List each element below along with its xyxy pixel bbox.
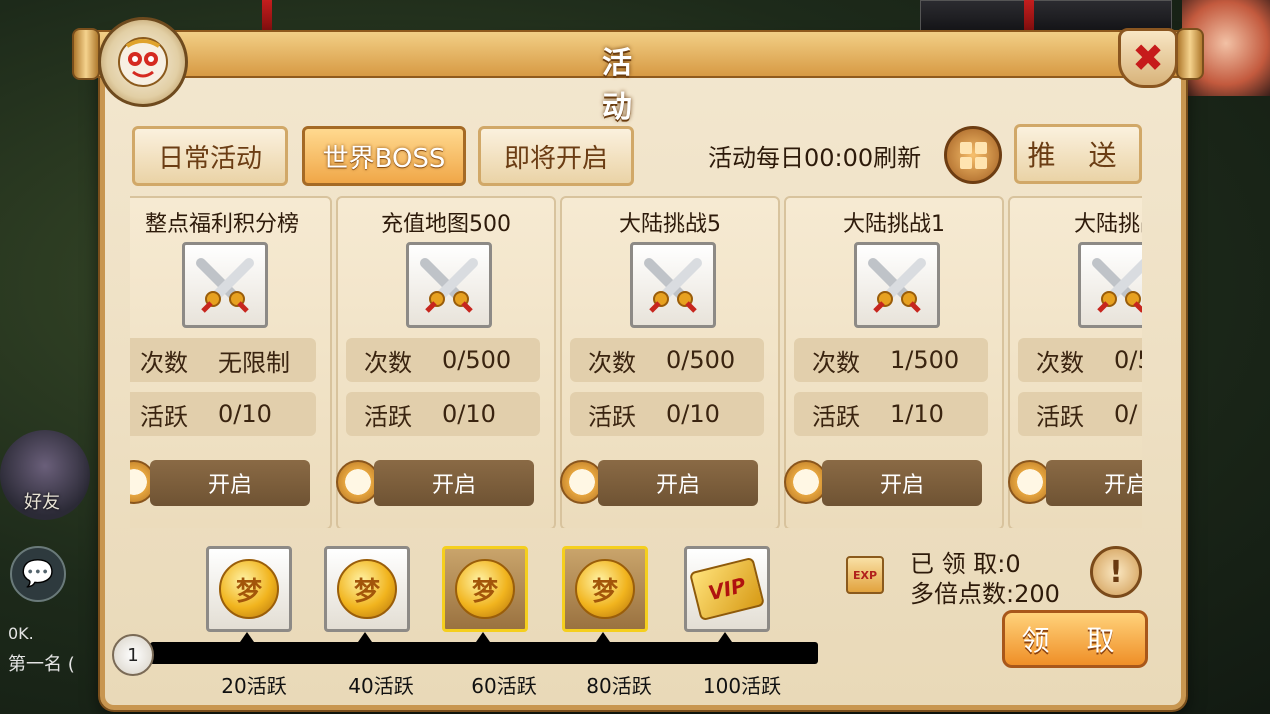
count-value: 0/500 [442,346,512,374]
activity-card[interactable]: 充值地图500 次数 0/500 活跃 0/10 开启 [336,196,556,528]
active-label: 活跃 [364,402,412,431]
activity-title: 大陆挑战1 [843,212,945,237]
count-row: 次数 无限制 [130,338,316,382]
active-value: 0/10 [218,400,272,428]
active-value: 0/10 [666,400,720,428]
activity-list[interactable]: 整点福利积分榜次数 无限制活跃 0/10 开启 充值地图500 次数 0/500 活跃 0/10… [130,196,1142,528]
progress-tick [596,632,610,642]
count-label: 次数 [1036,348,1084,377]
chat-icon[interactable]: 💬 [10,546,66,602]
activity-title: 大陆挑战 [1073,212,1142,237]
progress-tick [358,632,372,642]
active-label: 活跃 [140,402,188,431]
rank-label: 第一名 ( [8,654,75,675]
dream-coin-icon: 梦 [455,559,515,619]
crossed-swords-icon [854,242,940,328]
active-row: 活跃 0/ [1018,392,1142,436]
open-button[interactable]: 开启 [598,460,758,506]
count-label: 次数 [588,348,636,377]
progress-tick [476,632,490,642]
activity-card[interactable]: 整点福利积分榜次数 无限制活跃 0/10 开启 [130,196,332,528]
reward-chest-4[interactable]: 梦 [562,546,648,632]
active-label: 活跃 [588,402,636,431]
count-label: 次数 [812,348,860,377]
count-row: 次数 0/500 [346,338,540,382]
open-button[interactable]: 开启 [374,460,534,506]
dream-coin-icon: 梦 [575,559,635,619]
red-rope-decoration [1024,0,1034,34]
activity-progress-track [150,642,818,664]
grid-icon [959,141,987,169]
progress-tick [240,632,254,642]
activity-title: 大陆挑战5 [619,212,721,237]
progress-tick [718,632,732,642]
title-scroll-right [1176,28,1204,80]
open-button[interactable]: 开启 [822,460,982,506]
chat-line: 0K. [8,624,34,643]
active-row: 活跃 0/10 [570,392,764,436]
reward-chest-1[interactable]: 梦 [206,546,292,632]
panel-title: 活 动 [602,46,668,125]
crossed-swords-icon [1078,242,1142,328]
count-row: 次数 1/500 [794,338,988,382]
active-row: 活跃 0/10 [130,392,316,436]
count-label: 次数 [364,348,412,377]
reward-threshold-label: 100活跃 [702,674,782,698]
push-button[interactable]: 推 送 [1014,124,1142,184]
open-button[interactable]: 开启 [1046,460,1142,506]
active-row: 活跃 1/10 [794,392,988,436]
grid-menu-button[interactable] [944,126,1002,184]
progress-knob: 1 [112,634,154,676]
refresh-notice: 活动每日00:00刷新 [708,144,922,172]
reward-chest-2[interactable]: 梦 [324,546,410,632]
dream-coin-icon: 梦 [219,559,279,619]
active-label: 活跃 [1036,402,1084,431]
active-row: 活跃 0/10 [346,392,540,436]
info-button[interactable]: ! [1090,546,1142,598]
close-icon: ✖ [1132,36,1164,80]
reward-chest-3[interactable]: 梦 [442,546,528,632]
active-value: 0/ [1114,400,1138,428]
reward-threshold-label: 60活跃 [471,674,537,698]
open-button[interactable]: 开启 [150,460,310,506]
activity-title: 整点福利积分榜 [144,212,299,237]
title-scroll-left [72,28,100,80]
active-label: 活跃 [812,402,860,431]
dream-coin-icon: 梦 [337,559,397,619]
reward-chest-5[interactable]: VIP [684,546,770,632]
reward-threshold-label: 40活跃 [348,674,414,698]
activity-card[interactable]: 大陆挑战5 次数 0/500 活跃 0/10 开启 [560,196,780,528]
red-rope-decoration [262,0,272,34]
vip-card-icon: VIP [688,556,766,622]
tab-world-boss[interactable]: 世界BOSS [302,126,466,186]
count-value: 0/5 [1114,346,1142,374]
activity-title: 充值地图500 [381,212,511,237]
friend-label[interactable]: 好友 [24,488,60,514]
reward-threshold-label: 80活跃 [586,674,652,698]
count-value: 无限制 [218,348,290,377]
count-label: 次数 [140,348,188,377]
activity-card[interactable]: 大陆挑战次数 0/5 活跃 0/开启 [1008,196,1142,528]
count-row: 次数 0/5 [1018,338,1142,382]
crossed-swords-icon [182,242,268,328]
count-value: 0/500 [666,346,736,374]
multiplier-points: 多倍点数:200 [910,580,1060,608]
count-value: 1/500 [890,346,960,374]
tab-coming-soon[interactable]: 即将开启 [478,126,634,186]
active-value: 1/10 [890,400,944,428]
close-button[interactable]: ✖ [1118,28,1178,88]
count-row: 次数 0/500 [570,338,764,382]
tab-daily[interactable]: 日常活动 [132,126,288,186]
crossed-swords-icon [406,242,492,328]
claim-button[interactable]: 领 取 [1002,610,1148,668]
active-value: 0/10 [442,400,496,428]
reward-threshold-label: 20活跃 [221,674,287,698]
exp-icon: EXP [846,556,884,594]
monkey-mask-icon [98,17,188,107]
exclamation-icon: ! [1109,554,1123,590]
crossed-swords-icon [630,242,716,328]
activity-card[interactable]: 大陆挑战1 次数 1/500 活跃 1/10 开启 [784,196,1004,528]
